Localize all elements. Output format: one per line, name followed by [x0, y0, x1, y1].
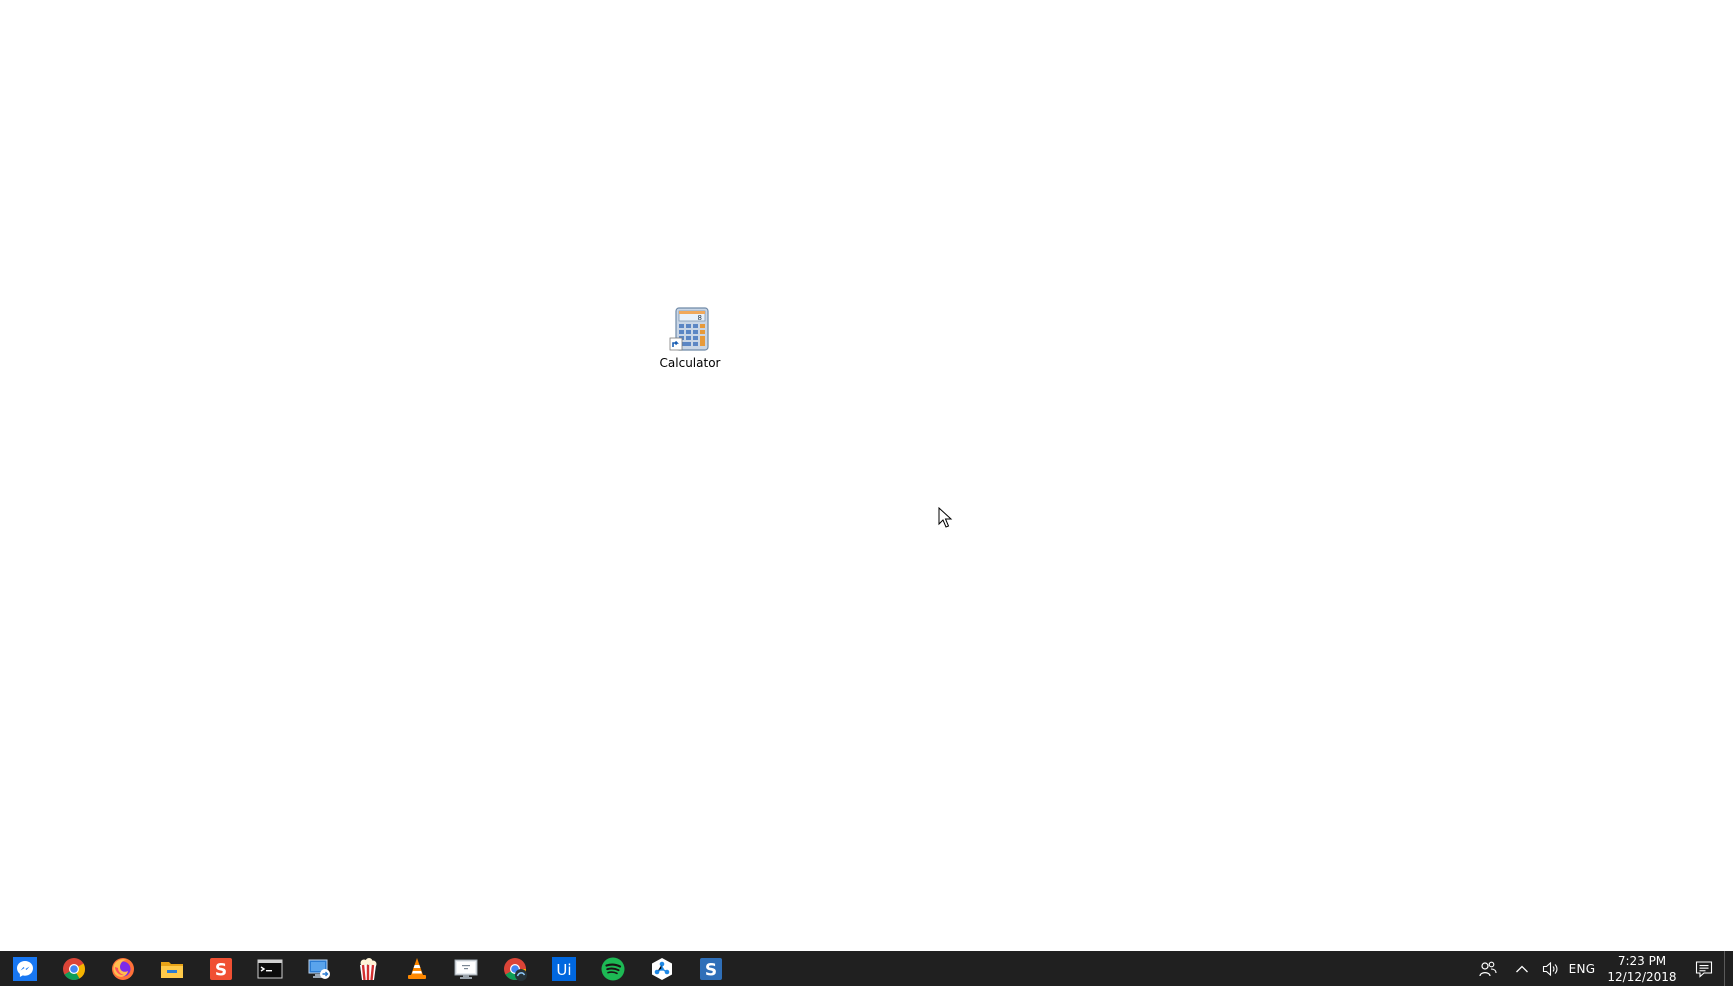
input-language-label: ENG [1568, 961, 1596, 976]
taskbar-app-terminal[interactable] [245, 951, 294, 986]
calculator-icon: 8 [666, 306, 714, 354]
taskbar-app-messenger[interactable] [0, 951, 49, 986]
taskbar-app-chrome-dev[interactable] [490, 951, 539, 986]
taskbar-app-snagit[interactable]: S [686, 951, 735, 986]
notification-icon [1695, 960, 1713, 978]
taskbar-app-chrome[interactable] [49, 951, 98, 986]
folder-icon [160, 961, 183, 978]
action-center-button[interactable] [1684, 951, 1724, 986]
vlc-cone-icon [407, 957, 426, 979]
show-hidden-icons-button[interactable] [1506, 951, 1538, 986]
sublime-s-icon: S [209, 957, 232, 980]
snagit-s-icon: S [699, 957, 722, 980]
volume-button[interactable] [1538, 951, 1564, 986]
hex-network-icon [651, 957, 672, 980]
messenger-icon [12, 956, 37, 981]
popcorn-icon [359, 957, 376, 980]
uipath-icon-text: Ui [556, 961, 571, 979]
taskbar-app-vlc[interactable] [392, 951, 441, 986]
taskbar-app-uipath[interactable]: Ui [539, 951, 588, 986]
monitor-icon [454, 959, 477, 979]
remote-desktop-icon [308, 959, 330, 979]
taskbar-app-sublime[interactable]: S [196, 951, 245, 986]
show-desktop-button[interactable] [1724, 951, 1733, 986]
taskbar-app-file-explorer[interactable] [147, 951, 196, 986]
taskbar-app-firefox[interactable] [98, 951, 147, 986]
system-tray: ENG 7:23 PM 12/12/2018 [1470, 951, 1733, 986]
svg-text:S: S [214, 960, 226, 980]
taskbar-app-network[interactable] [637, 951, 686, 986]
input-language-button[interactable]: ENG [1564, 951, 1600, 986]
svg-text:8: 8 [698, 314, 702, 322]
taskbar-app-popcorn[interactable] [343, 951, 392, 986]
desktop-shortcut-calculator[interactable]: 8 Calculator [654, 306, 726, 380]
taskbar-app-remote-desktop[interactable] [294, 951, 343, 986]
clock-time: 7:23 PM [1617, 953, 1667, 968]
people-icon [1479, 961, 1497, 976]
chrome-icon [62, 957, 85, 980]
taskbar: S Ui S ENG 7:23 PM 12/12/2018 [0, 951, 1733, 986]
people-button[interactable] [1470, 951, 1506, 986]
spotify-icon [601, 957, 624, 980]
chrome-dev-icon [503, 957, 527, 981]
mouse-pointer-icon [938, 507, 953, 528]
clock-button[interactable]: 7:23 PM 12/12/2018 [1600, 951, 1684, 986]
clock-date: 12/12/2018 [1607, 969, 1677, 984]
chevron-up-icon [1516, 965, 1528, 972]
firefox-icon [111, 957, 134, 980]
taskbar-app-display[interactable] [441, 951, 490, 986]
uipath-icon: Ui [551, 956, 576, 981]
desktop[interactable]: 8 Calculator [0, 0, 1733, 951]
terminal-icon [257, 959, 282, 978]
taskbar-pinned-apps: S Ui S [0, 951, 735, 986]
taskbar-app-spotify[interactable] [588, 951, 637, 986]
speaker-icon [1542, 961, 1558, 976]
svg-text:S: S [704, 960, 716, 980]
desktop-shortcut-label: Calculator [659, 356, 721, 370]
